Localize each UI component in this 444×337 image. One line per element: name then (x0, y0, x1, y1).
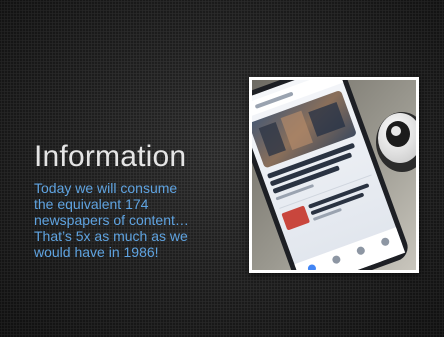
body-line: the equivalent 174 (34, 196, 149, 212)
body-line: would have in 1986! (34, 244, 159, 260)
slide-title: Information (34, 140, 187, 173)
body-line: Today we will consume (34, 180, 178, 196)
phone-news-app-photo (252, 80, 416, 270)
slide-body-text: Today we will consume the equivalent 174… (34, 180, 244, 260)
body-line: That’s 5x as much as we (34, 228, 188, 244)
presentation-slide: Information Today we will consume the eq… (0, 0, 444, 337)
slide-photo (249, 77, 419, 273)
body-line: newspapers of content… (34, 212, 189, 228)
